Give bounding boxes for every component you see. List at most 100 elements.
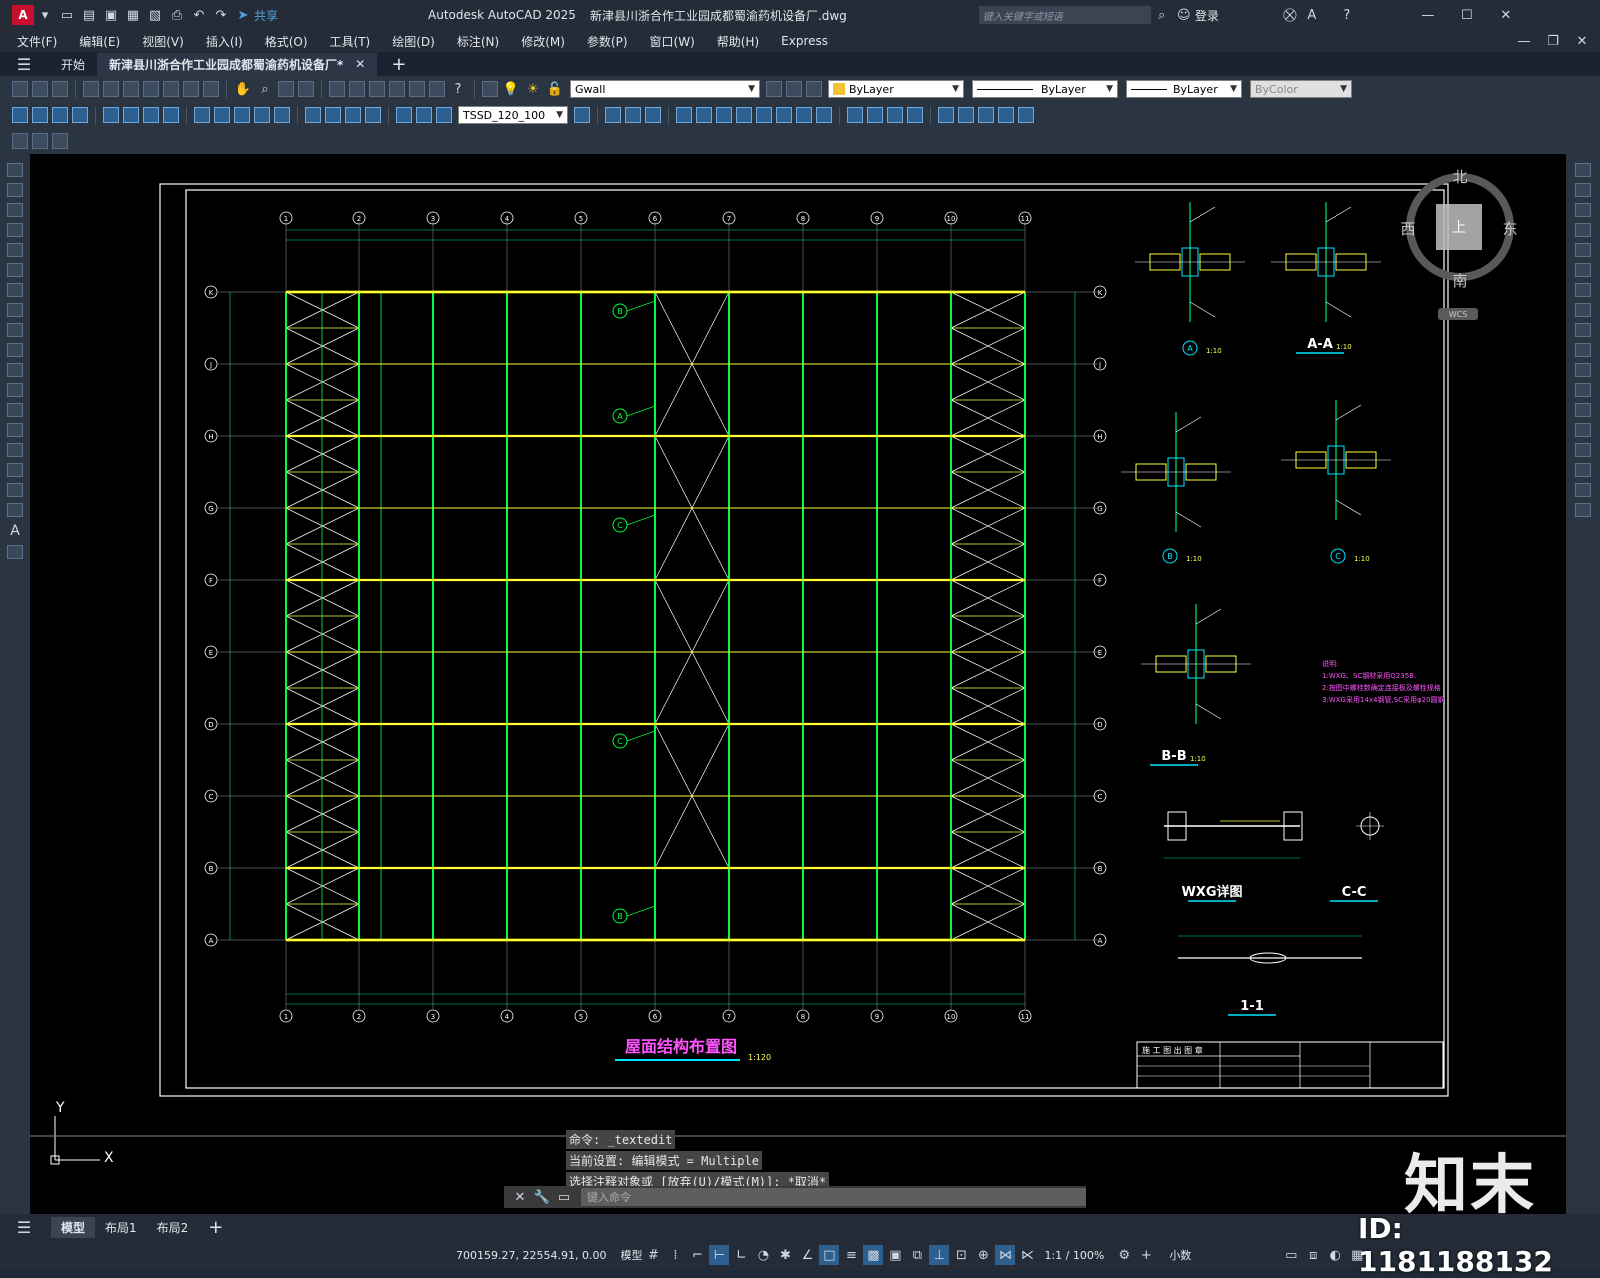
stretch-icon[interactable] xyxy=(1575,323,1591,337)
search-icon[interactable]: ⌕ xyxy=(1152,5,1172,25)
doc-minimize-icon[interactable]: — xyxy=(1514,31,1534,51)
tool-palettes-icon[interactable] xyxy=(369,81,385,97)
coordinates-readout[interactable]: 700159.27, 22554.91, 0.00 xyxy=(456,1249,606,1262)
table-icon[interactable] xyxy=(7,503,23,517)
save-as-icon[interactable]: ▦ xyxy=(123,5,143,25)
grid-icon[interactable]: # xyxy=(643,1245,663,1265)
markup-icon[interactable] xyxy=(409,81,425,97)
layer-previous-icon[interactable] xyxy=(786,81,802,97)
layer-properties-icon[interactable] xyxy=(482,81,498,97)
ordinate-icon[interactable] xyxy=(72,107,88,123)
command-close-icon[interactable]: ✕ xyxy=(510,1187,530,1207)
blend-icon[interactable] xyxy=(1575,483,1591,497)
break-icon[interactable] xyxy=(1575,403,1591,417)
open-folder-icon[interactable]: ▤ xyxy=(79,5,99,25)
tolerance-icon[interactable] xyxy=(305,107,321,123)
pan-icon[interactable]: ✋ xyxy=(233,79,253,99)
jogged-dim-icon[interactable] xyxy=(123,107,139,123)
plot-icon[interactable]: ▧ xyxy=(145,5,165,25)
add-layout-button[interactable]: + xyxy=(208,1217,223,1238)
cut-icon[interactable] xyxy=(143,81,159,97)
insert-block-icon[interactable] xyxy=(7,383,23,397)
inspection-icon[interactable] xyxy=(345,107,361,123)
preview-icon[interactable] xyxy=(103,81,119,97)
annotation-monitor-icon[interactable]: + xyxy=(1136,1245,1156,1265)
linear-dim-icon[interactable] xyxy=(12,107,28,123)
view-1-icon[interactable] xyxy=(605,107,621,123)
diameter-dim-icon[interactable] xyxy=(143,107,159,123)
ortho-icon[interactable]: ∟ xyxy=(731,1245,751,1265)
dim-break-icon[interactable] xyxy=(274,107,290,123)
workspace-1-icon[interactable] xyxy=(12,133,28,149)
jogged-linear-icon[interactable] xyxy=(365,107,381,123)
make-current-layer-icon[interactable] xyxy=(766,81,782,97)
save-icon[interactable]: ▣ xyxy=(101,5,121,25)
selection-filter-icon[interactable]: ⊡ xyxy=(951,1245,971,1265)
join-icon[interactable] xyxy=(1575,423,1591,437)
break-point-icon[interactable] xyxy=(1575,383,1591,397)
properties-icon[interactable] xyxy=(329,81,345,97)
menu-help[interactable]: 帮助(H) xyxy=(717,33,759,50)
osnap-tracking-icon[interactable]: ∠ xyxy=(797,1245,817,1265)
polygon-icon[interactable] xyxy=(7,223,23,237)
offset-icon[interactable] xyxy=(1575,223,1591,237)
view-8-icon[interactable] xyxy=(756,107,772,123)
ucs-2-icon[interactable] xyxy=(958,107,974,123)
snap-icon[interactable]: ⁞ xyxy=(665,1245,685,1265)
layer-dropdown[interactable]: Gwall ▼ xyxy=(570,80,760,98)
angular-dim-icon[interactable] xyxy=(163,107,179,123)
arc-length-icon[interactable] xyxy=(52,107,68,123)
app-logo[interactable]: A xyxy=(12,5,34,25)
fillet-icon[interactable] xyxy=(1575,463,1591,477)
user-icon[interactable]: ☺ xyxy=(1174,5,1194,25)
share-button[interactable]: 共享 xyxy=(254,7,278,24)
view-3-icon[interactable] xyxy=(645,107,661,123)
polar-icon[interactable]: ◔ xyxy=(753,1245,773,1265)
dim-style-icon[interactable] xyxy=(574,107,590,123)
viewcube[interactable]: 上 北 南 东 西 WCS xyxy=(1400,168,1518,320)
share-icon[interactable]: ➤ xyxy=(233,5,253,25)
copy-object-icon[interactable] xyxy=(1575,183,1591,197)
workspace-3-icon[interactable] xyxy=(52,133,68,149)
doc-close-icon[interactable]: ✕ xyxy=(1572,31,1592,51)
dim-update-icon[interactable] xyxy=(436,107,452,123)
chamfer-icon[interactable] xyxy=(1575,443,1591,457)
match-properties-icon[interactable] xyxy=(203,81,219,97)
save-icon[interactable] xyxy=(52,81,68,97)
radius-dim-icon[interactable] xyxy=(103,107,119,123)
help-icon[interactable]: ? xyxy=(1337,5,1357,25)
extend-icon[interactable] xyxy=(1575,363,1591,377)
doc-restore-icon[interactable]: ❐ xyxy=(1543,31,1563,51)
drawing-canvas[interactable]: 1 1 2 2 3 3 4 4 5 5 6 6 7 7 8 8 9 9 10 10 11 11 K K J J H H G G F F E E D D… xyxy=(30,154,1566,1214)
chevron-down-icon[interactable]: ▾ xyxy=(35,5,55,25)
visual-style-4-icon[interactable] xyxy=(907,107,923,123)
infer-icon[interactable]: ⌐ xyxy=(687,1245,707,1265)
view-10-icon[interactable] xyxy=(796,107,812,123)
arc-icon[interactable] xyxy=(7,263,23,277)
make-block-icon[interactable] xyxy=(7,403,23,417)
menu-view[interactable]: 视图(V) xyxy=(142,33,184,50)
aligned-dim-icon[interactable] xyxy=(32,107,48,123)
menu-modify[interactable]: 修改(M) xyxy=(521,33,565,50)
selection-cycling-icon[interactable]: ▣ xyxy=(885,1245,905,1265)
menu-window[interactable]: 窗口(W) xyxy=(650,33,695,50)
view-6-icon[interactable] xyxy=(716,107,732,123)
menu-express[interactable]: Express xyxy=(781,34,828,48)
cart-icon[interactable]: ⛒ xyxy=(1280,5,1300,25)
calculator-icon[interactable] xyxy=(429,81,445,97)
ucs-4-icon[interactable] xyxy=(998,107,1014,123)
menu-insert[interactable]: 插入(I) xyxy=(206,33,243,50)
add-selected-icon[interactable] xyxy=(7,545,23,559)
baseline-dim-icon[interactable] xyxy=(214,107,230,123)
region-icon[interactable] xyxy=(7,483,23,497)
layout-menu-icon[interactable]: ☰ xyxy=(14,1217,34,1237)
layer-states-icon[interactable] xyxy=(806,81,822,97)
lineweight-dropdown[interactable]: ByLayer ▼ xyxy=(1126,80,1242,98)
copy-icon[interactable] xyxy=(163,81,179,97)
3d-osnap-icon[interactable]: ⧉ xyxy=(907,1245,927,1265)
menu-parametric[interactable]: 参数(P) xyxy=(587,33,628,50)
dim-edit-icon[interactable] xyxy=(396,107,412,123)
command-customize-icon[interactable]: 🔧 xyxy=(532,1187,552,1207)
redo-icon[interactable]: ↷ xyxy=(211,5,231,25)
zoom-previous-icon[interactable] xyxy=(298,81,314,97)
